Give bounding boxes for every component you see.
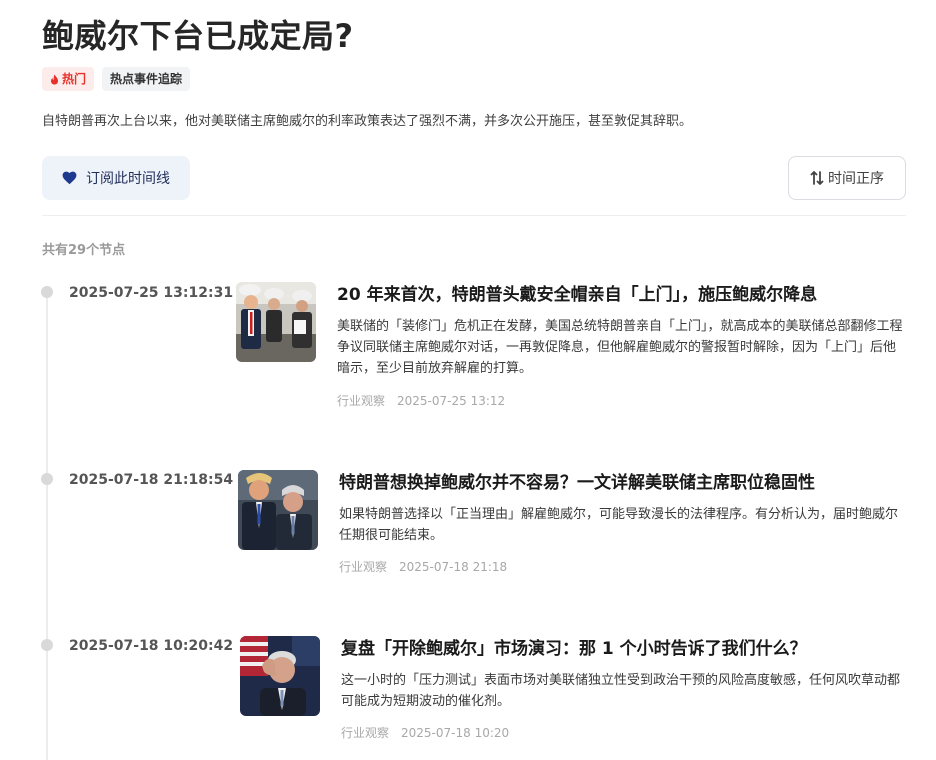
thumbnail-photo bbox=[236, 282, 316, 362]
timeline-line bbox=[46, 290, 48, 760]
article-headline[interactable]: 复盘「开除鲍威尔」市场演习：那 1 个小时告诉了我们什么？ bbox=[341, 637, 807, 661]
article-meta: 行业观察 2025-07-18 21:18 bbox=[339, 559, 507, 575]
article-date: 2025-07-25 13:12 bbox=[397, 394, 506, 408]
article-summary: 这一小时的「压力测试」表面市场对美联储独立性受到政治干预的风险高度敏感，任何风吹… bbox=[341, 673, 901, 709]
article-meta: 行业观察 2025-07-18 10:20 bbox=[341, 725, 509, 741]
article-date: 2025-07-18 21:18 bbox=[399, 560, 508, 574]
article-thumbnail[interactable] bbox=[240, 636, 320, 716]
sort-arrows-icon bbox=[810, 171, 824, 185]
article-summary: 如果特朗普选择以「正当理由」解雇鲍威尔，可能导致漫长的法律程序。有分析认为，届时… bbox=[339, 507, 899, 543]
sort-order-button[interactable]: 时间正序 bbox=[788, 156, 906, 200]
thumbnail-photo bbox=[240, 636, 320, 716]
article-category: 行业观察 bbox=[337, 394, 386, 408]
timeline-dot bbox=[41, 639, 53, 651]
subscribe-label: 订阅此时间线 bbox=[86, 171, 170, 187]
hot-tag-label: 热门 bbox=[62, 72, 87, 86]
thumbnail-photo bbox=[238, 470, 318, 550]
node-count: 共有29个节点 bbox=[42, 243, 126, 258]
article-meta: 行业观察 2025-07-25 13:12 bbox=[337, 393, 505, 409]
fire-icon bbox=[51, 74, 58, 84]
article-category: 行业观察 bbox=[339, 560, 388, 574]
tag-row: 热门 热点事件追踪 bbox=[42, 67, 191, 91]
article-thumbnail[interactable] bbox=[238, 470, 318, 550]
entry-time: 2025-07-18 21:18:54 bbox=[69, 472, 234, 488]
article-date: 2025-07-18 10:20 bbox=[401, 726, 510, 740]
hot-tag[interactable]: 热门 bbox=[42, 67, 95, 91]
article-headline[interactable]: 20 年来首次，特朗普头戴安全帽亲自「上门」，施压鲍威尔降息 bbox=[337, 283, 817, 307]
topic-tag[interactable]: 热点事件追踪 bbox=[102, 67, 191, 91]
intro-text: 自特朗普再次上台以来，他对美联储主席鲍威尔的利率政策表达了强烈不满，并多次公开施… bbox=[42, 114, 693, 129]
page-title: 鲍威尔下台已成定局? bbox=[42, 17, 354, 55]
entry-time: 2025-07-25 13:12:31 bbox=[69, 285, 234, 301]
heart-icon bbox=[62, 171, 77, 185]
subscribe-button[interactable]: 订阅此时间线 bbox=[42, 156, 190, 200]
entry-time: 2025-07-18 10:20:42 bbox=[69, 638, 234, 654]
article-headline[interactable]: 特朗普想换掉鲍威尔并不容易？一文详解美联储主席职位稳固性 bbox=[339, 471, 815, 495]
sort-label: 时间正序 bbox=[828, 171, 884, 187]
timeline-dot bbox=[41, 473, 53, 485]
divider bbox=[42, 215, 906, 216]
article-thumbnail[interactable] bbox=[236, 282, 316, 362]
article-summary: 美联储的「装修门」危机正在发酵，美国总统特朗普亲自「上门」，就高成本的美联储总部… bbox=[337, 319, 903, 376]
timeline-dot bbox=[41, 286, 53, 298]
article-category: 行业观察 bbox=[341, 726, 390, 740]
